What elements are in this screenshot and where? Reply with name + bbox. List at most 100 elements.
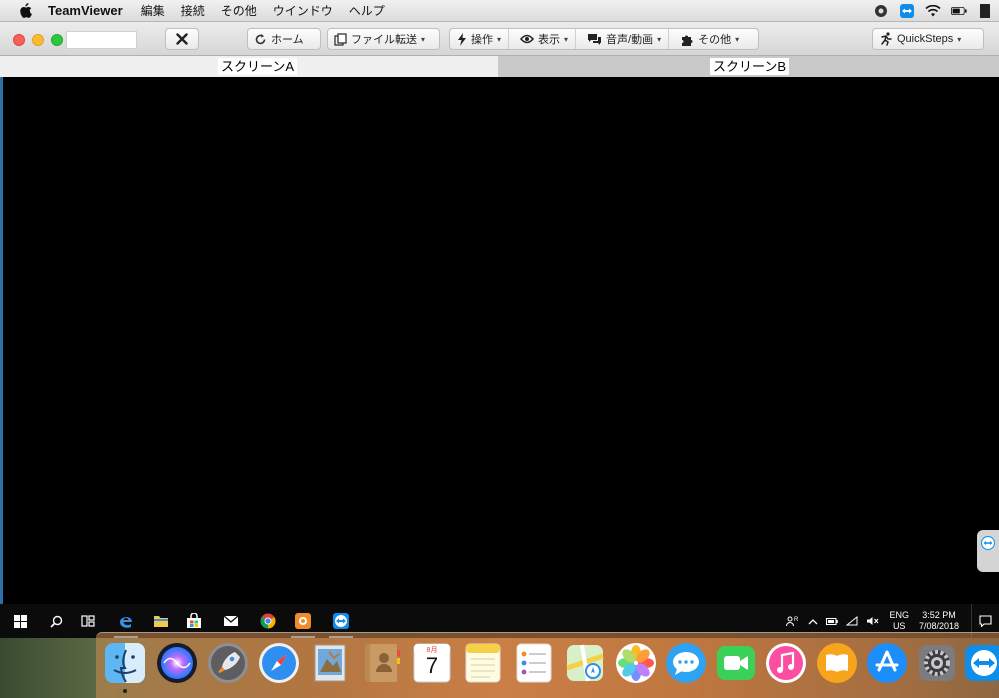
remote-screen[interactable] [0,77,999,638]
dock-preview[interactable] [308,641,352,685]
dock-launchpad[interactable] [206,641,250,685]
store-bag-icon [187,613,201,628]
dock-facetime[interactable] [714,641,758,685]
file-transfer-button[interactable]: ファイル転送 ▾ [327,28,440,50]
window-close-button[interactable] [13,34,25,46]
dock-siri[interactable] [155,641,199,685]
dock-maps[interactable] [563,641,607,685]
dock-contacts[interactable] [359,641,403,685]
teamviewer-toolbar: ホーム ファイル転送 ▾ 操作 ▾ 表示 ▾ 音声/動画 ▾ その他 ▾ Qui… [0,22,999,56]
puzzle-icon [682,35,693,46]
people-icon[interactable]: R [786,615,800,627]
tab-screen-a[interactable]: スクリーンA [0,56,498,77]
volume-muted-icon[interactable] [866,616,879,626]
task-view-icon [81,615,95,627]
windows-start-button[interactable] [4,604,36,638]
teamviewer-side-panel-handle[interactable] [977,530,999,572]
running-indicator [123,689,127,693]
view-label: 表示 [538,34,561,46]
lightning-icon [458,32,466,46]
audio-video-label: 音声/動画 [606,34,654,46]
actions-label: 操作 [471,34,493,46]
maps-icon [566,644,604,682]
menubar-status-area [873,0,999,22]
tab-screen-b[interactable]: スクリーンB [498,56,999,77]
dock-notes[interactable] [461,641,505,685]
file-transfer-label: ファイル転送 [351,34,417,46]
input-language[interactable]: ENG US [889,610,909,632]
taskbar-search-button[interactable] [40,604,72,638]
dock-reminders[interactable] [512,641,556,685]
dock-safari[interactable] [257,641,301,685]
actions-button[interactable]: 操作 ▾ [450,29,510,49]
music-note-icon [766,643,806,683]
dock-finder[interactable] [103,641,147,685]
wifi-icon[interactable] [925,4,941,18]
extras-label: その他 [698,34,732,46]
edge-browser-icon [120,617,132,628]
quicksteps-button[interactable]: QuickSteps ▾ [872,28,984,50]
dock-app-store[interactable] [865,641,909,685]
preview-photo-icon [314,644,346,682]
battery-tray-icon[interactable] [826,617,839,625]
folder-icon [154,616,168,627]
file-copy-icon [334,32,347,46]
network-icon[interactable] [846,616,858,626]
dock-calendar[interactable]: 8月 7 [410,641,454,685]
dock-teamviewer[interactable] [962,641,999,685]
menu-window[interactable]: ウインドウ [273,2,333,19]
record-icon[interactable] [873,4,889,18]
user-icon[interactable] [977,4,993,18]
clock-time: 3:52 PM [922,610,956,620]
menu-app-name[interactable]: TeamViewer [48,3,123,18]
chrome-icon [260,613,276,629]
audio-video-button[interactable]: 音声/動画 ▾ [580,29,670,49]
tab-screen-a-label: スクリーンA [218,58,298,75]
gear-icon [919,645,955,681]
screen-tabs: スクリーンA スクリーンB [0,56,999,77]
view-button[interactable]: 表示 ▾ [513,29,577,49]
clock[interactable]: 3:52 PM 7/08/2018 [919,610,959,632]
home-label: ホーム [271,34,304,46]
partner-id-field [66,31,137,49]
window-minimize-button[interactable] [32,34,44,46]
apple-icon[interactable] [18,3,32,18]
end-session-button[interactable] [165,28,199,50]
finder-icon [105,643,145,683]
dock-system-preferences[interactable] [915,641,959,685]
dock-itunes[interactable] [764,641,808,685]
dock-messages[interactable] [664,641,708,685]
chevron-down-icon: ▾ [735,34,740,44]
dock-photos[interactable] [614,641,658,685]
battery-icon[interactable] [951,4,967,18]
window-maximize-button[interactable] [51,34,63,46]
photos-flower-icon [616,643,656,683]
refresh-icon [255,33,266,44]
menu-help[interactable]: ヘルプ [349,2,385,19]
notes-icon [465,643,501,683]
menu-connection[interactable]: 接続 [181,2,205,19]
contacts-book-icon [365,644,400,682]
dock-ibooks[interactable] [815,641,859,685]
svg-text:R: R [794,617,799,623]
chevron-up-icon[interactable] [808,618,818,625]
menu-edit[interactable]: 編集 [141,2,165,19]
siri-icon [157,643,197,683]
teamviewer-icon [981,536,995,550]
menu-other[interactable]: その他 [221,2,257,19]
messages-bubble-icon [666,643,706,683]
lang-region: US [892,621,906,631]
home-button[interactable]: ホーム [247,28,321,50]
clock-date: 7/08/2018 [918,621,959,631]
chevron-down-icon: ▾ [497,34,502,44]
search-icon [49,615,62,628]
running-person-icon [881,32,892,46]
mail-icon [223,615,239,626]
lang-code: ENG [889,610,909,620]
teamviewer-icon [965,645,999,681]
teamviewer-icon [333,613,349,629]
launchpad-rocket-icon [208,643,248,683]
toolbar-group: 操作 ▾ 表示 ▾ 音声/動画 ▾ その他 ▾ [449,28,759,50]
teamviewer-status-icon[interactable] [899,4,915,18]
extras-button[interactable]: その他 ▾ [673,29,746,49]
